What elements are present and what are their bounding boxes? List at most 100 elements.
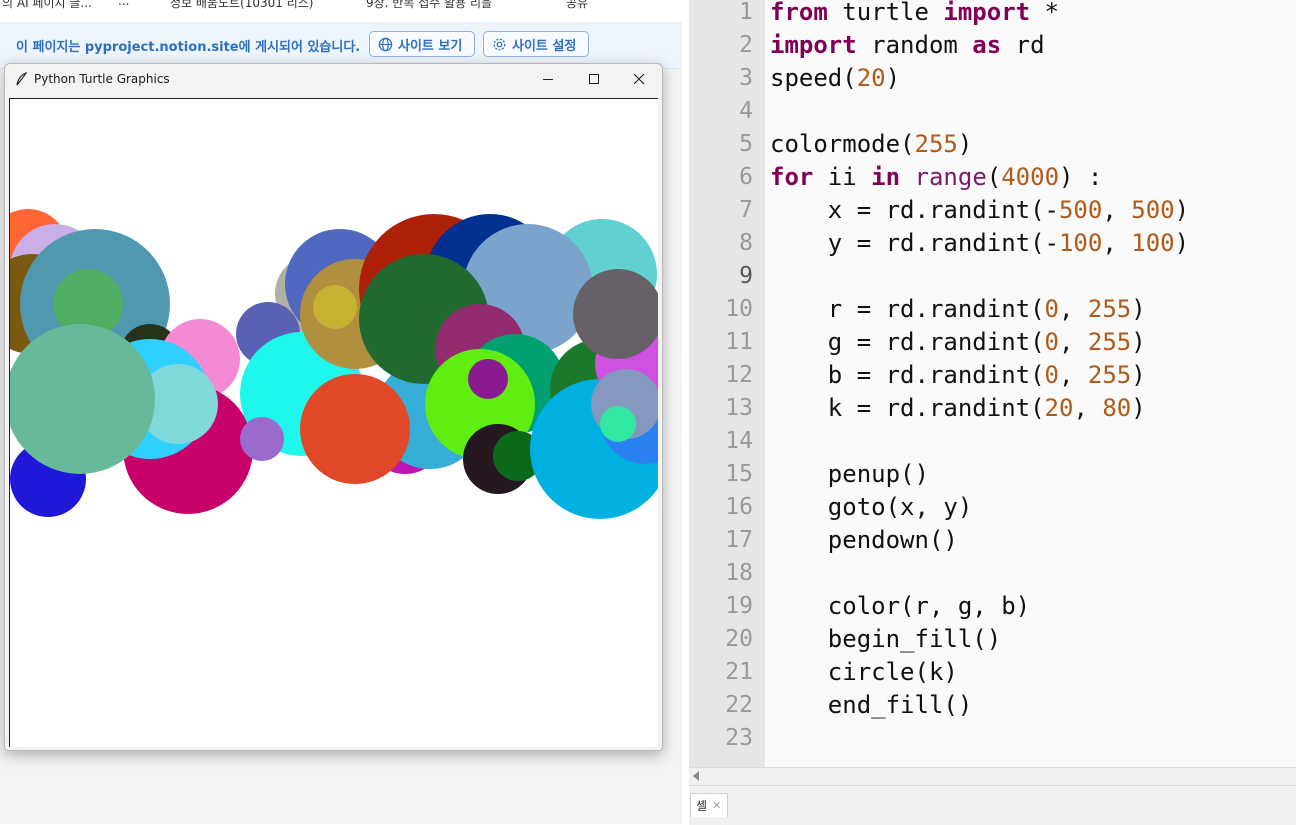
bookmark-item[interactable]: ... xyxy=(118,0,129,8)
code-token: g = rd.randint( xyxy=(770,328,1045,356)
turtle-drawing xyxy=(10,209,658,519)
turtle-circle xyxy=(600,406,636,442)
view-site-label: 사이트 보기 xyxy=(398,38,463,54)
code-token: ) xyxy=(1131,295,1146,323)
code-token: 100 xyxy=(1131,229,1175,257)
turtle-circle xyxy=(468,359,508,399)
code-token: 4000 xyxy=(1001,163,1060,191)
code-token: import xyxy=(943,0,1031,26)
line-number: 5 xyxy=(739,131,753,157)
code-token: * xyxy=(1030,0,1059,26)
feather-icon xyxy=(16,72,28,86)
notion-publish-bar: 이 페이지는 pyproject.notion.site에 게시되어 있습니다.… xyxy=(0,22,682,69)
view-site-button[interactable]: 사이트 보기 xyxy=(369,31,475,57)
line-number: 2 xyxy=(739,32,753,58)
shell-panel: 셸 ✕ xyxy=(689,785,1296,825)
globe-icon xyxy=(378,37,393,51)
code-line: begin_fill() xyxy=(770,623,1001,656)
window-title: Python Turtle Graphics xyxy=(34,72,170,86)
code-text-area[interactable]: from turtle import * import random as rd s… xyxy=(765,0,1296,767)
code-token: , xyxy=(1102,229,1132,257)
code-line: b = rd.randint(0, 255) xyxy=(770,359,1146,392)
code-token: ) xyxy=(957,130,973,158)
code-token: for xyxy=(770,163,814,191)
line-number: 19 xyxy=(725,593,753,619)
code-editor: 1 2 3 4 5 6 7 8 9 10 11 12 13 14 15 16 17 18 19 20 21 22 23 fr… xyxy=(682,0,1296,825)
line-number: 10 xyxy=(725,296,753,322)
code-token: 0 xyxy=(1044,295,1059,323)
code-token: , xyxy=(1102,196,1132,224)
line-number: 12 xyxy=(725,362,753,388)
code-token: 0 xyxy=(1044,328,1059,356)
code-token: ) xyxy=(1131,328,1146,356)
code-token: random xyxy=(856,31,973,59)
code-token: rd xyxy=(1001,31,1045,59)
code-line: g = rd.randint(0, 255) xyxy=(770,326,1146,359)
line-number: 11 xyxy=(725,329,753,355)
code-token: 255 xyxy=(1087,361,1132,389)
code-line: x = rd.randint(-500, 500) xyxy=(770,194,1189,227)
code-line: from turtle import * xyxy=(770,0,1059,29)
code-line: y = rd.randint(-100, 100) xyxy=(770,227,1189,260)
bookmark-item[interactable]: 정보 배움노트(10301 리스) xyxy=(170,0,314,11)
horizontal-scrollbar[interactable] xyxy=(689,767,1296,785)
window-title-bar[interactable]: Python Turtle Graphics xyxy=(5,64,662,96)
code-line: for ii in range(4000) : xyxy=(770,161,1102,194)
code-token: , xyxy=(1059,361,1088,389)
code-token: y = rd.randint(- xyxy=(770,229,1059,257)
code-token: colormode( xyxy=(770,130,915,158)
code-token: goto(x, y) xyxy=(770,493,973,521)
code-token: 100 xyxy=(1058,229,1103,257)
gear-icon xyxy=(493,38,506,50)
code-line: circle(k) xyxy=(770,656,958,689)
code-token: x = rd.randint(- xyxy=(770,196,1059,224)
turtle-circle xyxy=(240,417,284,461)
close-button[interactable] xyxy=(616,64,662,94)
turtle-circle xyxy=(313,285,357,329)
code-token: begin_fill() xyxy=(770,625,1002,653)
site-settings-button[interactable]: 사이트 설정 xyxy=(483,31,589,57)
line-number: 13 xyxy=(725,395,753,421)
code-token: b = rd.randint( xyxy=(770,361,1045,389)
close-icon[interactable]: ✕ xyxy=(712,799,721,812)
line-number-gutter: 1 2 3 4 5 6 7 8 9 10 11 12 13 14 15 16 17 18 19 20 21 22 23 xyxy=(689,0,765,767)
code-line: import random as rd xyxy=(770,29,1045,62)
line-number: 9 xyxy=(739,263,753,289)
turtle-graphics-window: Python Turtle Graphics xyxy=(4,63,663,751)
code-token: 500 xyxy=(1131,196,1175,224)
code-token: in xyxy=(871,163,901,191)
code-token: turtle xyxy=(827,0,944,26)
maximize-icon xyxy=(589,74,599,84)
site-settings-label: 사이트 설정 xyxy=(512,38,577,54)
code-token: range xyxy=(914,163,987,191)
code-line: pendown() xyxy=(770,524,958,557)
code-token: 255 xyxy=(1087,328,1132,356)
bookmark-item[interactable]: 9장. 반복 접수 활용 리을 xyxy=(366,0,492,11)
maximize-button[interactable] xyxy=(571,64,617,94)
shell-tab[interactable]: 셸 ✕ xyxy=(690,793,728,817)
line-number: 14 xyxy=(725,428,753,454)
code-line: color(r, g, b) xyxy=(770,590,1030,623)
code-token: r = rd.randint( xyxy=(770,295,1045,323)
code-token: as xyxy=(972,31,1002,59)
code-token: import xyxy=(770,31,857,59)
code-token: ) xyxy=(885,64,901,92)
code-token: from xyxy=(770,0,828,26)
minimize-icon xyxy=(543,79,553,80)
scroll-left-arrow-icon[interactable] xyxy=(693,771,699,781)
code-token: ( xyxy=(986,163,1002,191)
code-token: 500 xyxy=(1058,196,1103,224)
line-number: 15 xyxy=(725,461,753,487)
share-button[interactable]: 공유 xyxy=(566,0,588,11)
code-token: ) xyxy=(1131,394,1146,422)
code-token: end_fill() xyxy=(770,691,973,719)
close-icon xyxy=(633,73,645,85)
minimize-button[interactable] xyxy=(525,64,571,94)
line-number: 16 xyxy=(725,494,753,520)
turtle-canvas[interactable] xyxy=(9,98,658,747)
code-token: pendown() xyxy=(770,526,958,554)
code-token: 0 xyxy=(1044,361,1059,389)
bookmark-item[interactable]: 의 AI 페이지 글... xyxy=(2,0,92,11)
line-number: 3 xyxy=(739,65,753,91)
